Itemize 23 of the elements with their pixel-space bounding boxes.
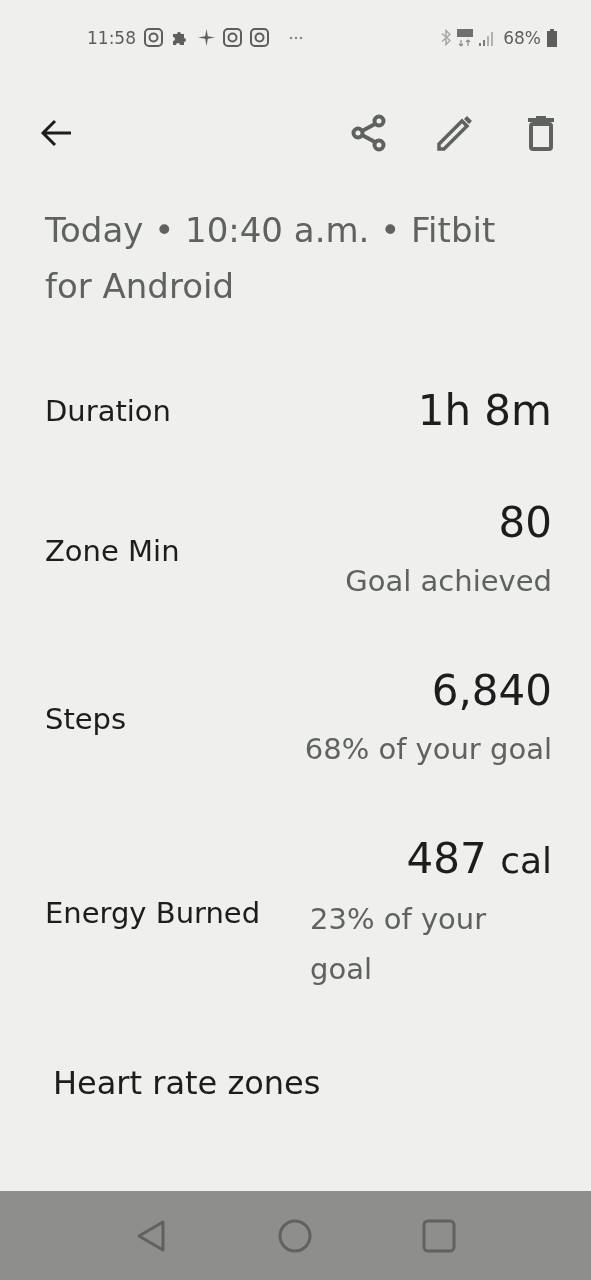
battery-percent: 68% [503,27,541,48]
lte-icon [457,28,474,47]
status-time: 11:58 [87,27,136,48]
stat-note: 23% of your goal [310,901,488,988]
section-title: Heart rate zones [53,1064,322,1102]
stat-label: Zone Min [45,534,180,568]
activity-subtitle: Today • 10:40 a.m. • Fitbit for Android [45,209,497,308]
camera-icon [250,28,269,47]
more-icon [289,35,303,40]
stat-label: Energy Burned [45,896,261,930]
stat-note: Goal achieved [345,563,552,600]
bluetooth-icon [441,29,452,46]
stat-value: 80 [498,497,552,549]
battery-icon [547,28,557,47]
camera-icon [223,28,242,47]
camera-icon [144,28,163,47]
stat-value: 1h 8m [417,385,552,437]
stat-value: 487 cal [406,833,552,885]
stat-note: 68% of your goal [304,731,552,768]
sparkle-icon [198,29,215,46]
stat-value: 6,840 [431,665,552,717]
stat-label: Duration [45,394,171,428]
stat-label: Steps [45,702,127,736]
